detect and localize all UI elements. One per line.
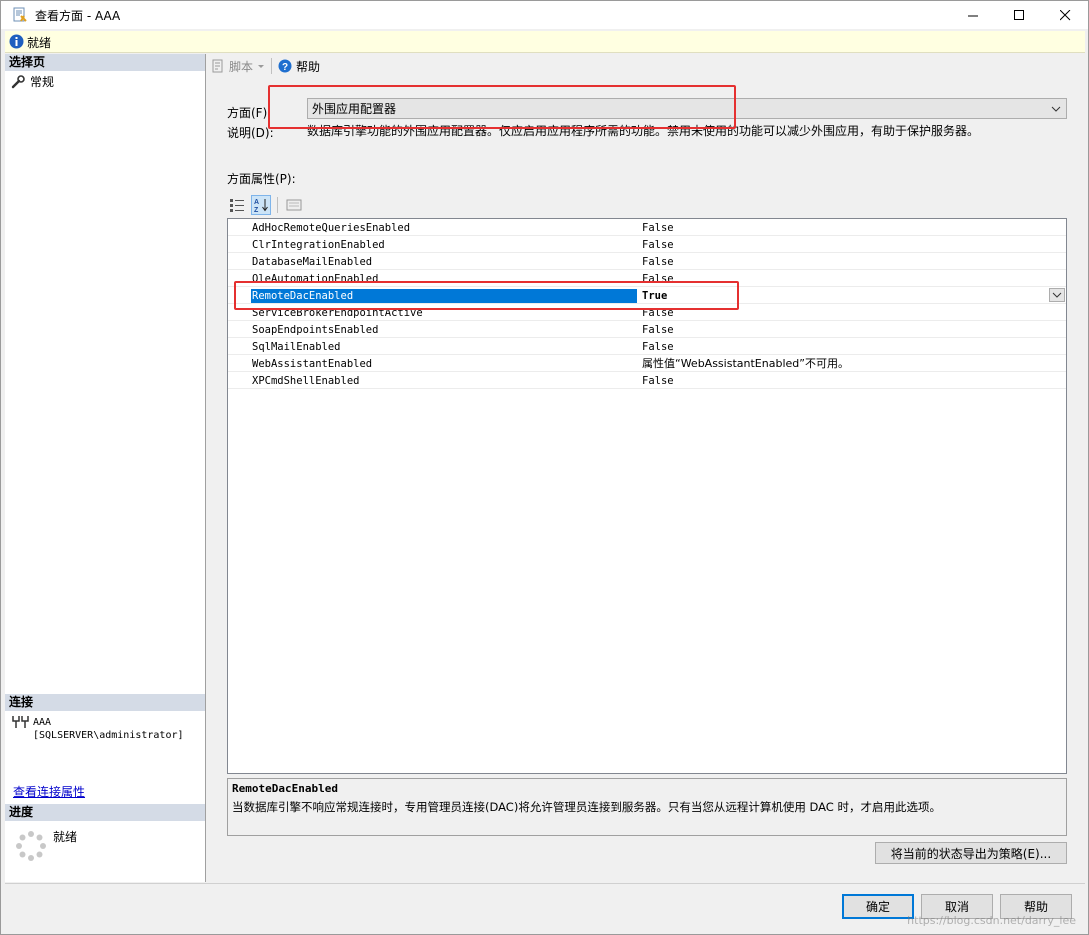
progress-status: 就绪: [53, 830, 78, 844]
sort-alphabetical-icon: A Z: [254, 199, 268, 213]
svg-text:?: ?: [282, 62, 288, 73]
facet-select[interactable]: 外围应用配置器: [307, 98, 1067, 119]
facet-properties-label: 方面属性(P):: [227, 172, 296, 186]
chevron-down-icon: [1051, 106, 1061, 112]
property-row[interactable]: WebAssistantEnabled 属性值“WebAssistantEnab…: [228, 355, 1066, 372]
property-row[interactable]: SoapEndpointsEnabled False: [228, 321, 1066, 338]
chevron-down-icon: [1052, 292, 1062, 298]
facet-label: 方面(F):: [227, 106, 272, 120]
property-grid-toolbar: A Z: [227, 194, 304, 216]
toolbar: 脚本 ? 帮助: [207, 54, 1085, 78]
property-grid: AdHocRemoteQueriesEnabled False ClrInteg…: [227, 218, 1067, 774]
property-value: False: [642, 273, 674, 285]
page-item-label: 常规: [30, 75, 55, 89]
property-value: False: [642, 239, 674, 251]
close-button[interactable]: [1042, 1, 1088, 29]
property-value: False: [642, 375, 674, 387]
property-name: ServiceBrokerEndpointActive: [252, 307, 423, 319]
script-label: 脚本: [229, 59, 254, 74]
maximize-button[interactable]: [996, 1, 1042, 29]
minimize-icon: [967, 15, 978, 16]
info-icon: [9, 34, 24, 49]
view-connection-properties-link[interactable]: 查看连接属性: [13, 783, 85, 800]
property-value: False: [642, 341, 674, 353]
property-row[interactable]: OleAutomationEnabled False: [228, 270, 1066, 287]
title-bar: 查看方面 - AAA: [1, 1, 1088, 29]
property-row[interactable]: AdHocRemoteQueriesEnabled False: [228, 219, 1066, 236]
property-pages-button[interactable]: [284, 195, 304, 215]
connection-user: [SQLSERVER\administrator]: [33, 730, 184, 741]
property-description-text: 当数据库引擎不响应常规连接时，专用管理员连接(DAC)将允许管理员连接到服务器。…: [232, 800, 941, 814]
property-description-title: RemoteDacEnabled: [232, 782, 338, 795]
property-row[interactable]: ClrIntegrationEnabled False: [228, 236, 1066, 253]
property-name: SqlMailEnabled: [252, 341, 341, 353]
help-toolbar-label: 帮助: [296, 59, 321, 74]
select-page-header: 选择页: [5, 54, 205, 71]
property-name: DatabaseMailEnabled: [252, 256, 373, 268]
dialog-window: 查看方面 - AAA 就绪 选择页 常规 连接 AAA [SQLSERVER\a…: [0, 0, 1089, 935]
script-icon: [212, 59, 223, 73]
grid-toolbar-separator: [277, 197, 278, 213]
watermark: https://blog.csdn.net/darry_lee: [907, 914, 1076, 927]
status-text: 就绪: [27, 36, 52, 50]
property-name: AdHocRemoteQueriesEnabled: [252, 222, 411, 234]
progress-spinner-icon: [16, 831, 46, 861]
property-value: False: [642, 307, 674, 319]
help-toolbar-button[interactable]: ? 帮助: [274, 55, 324, 77]
status-bar: 就绪: [5, 31, 1085, 53]
left-pane: 选择页 常规 连接 AAA [SQLSERVER\administrator] …: [5, 54, 206, 882]
facet-description: 数据库引擎功能的外围应用配置器。仅应启用应用程序所需的功能。禁用未使用的功能可以…: [307, 124, 980, 138]
progress-header: 进度: [5, 804, 205, 821]
maximize-icon: [1013, 9, 1024, 20]
property-value: False: [642, 256, 674, 268]
connection-name: AAA: [33, 717, 52, 728]
categorized-icon: [230, 199, 244, 212]
property-name: OleAutomationEnabled: [252, 273, 379, 285]
property-value: False: [642, 222, 674, 234]
property-description-panel: RemoteDacEnabled 当数据库引擎不响应常规连接时，专用管理员连接(…: [227, 778, 1067, 836]
svg-text:Z: Z: [254, 207, 259, 213]
property-name: SoapEndpointsEnabled: [252, 324, 379, 336]
property-name: RemoteDacEnabled: [251, 289, 637, 303]
minimize-button[interactable]: [950, 1, 996, 29]
connection-info: AAA [SQLSERVER\administrator]: [33, 716, 184, 742]
connection-header: 连接: [5, 694, 205, 711]
page-item-general[interactable]: 常规: [11, 73, 54, 90]
export-policy-button[interactable]: 将当前的状态导出为策略(E)...: [875, 842, 1067, 864]
property-row-selected[interactable]: RemoteDacEnabled True: [228, 287, 1066, 304]
facet-app-icon: [13, 7, 27, 22]
svg-text:A: A: [254, 199, 259, 206]
facet-select-value: 外围应用配置器: [312, 102, 397, 116]
server-connection-icon: [12, 716, 29, 728]
property-row[interactable]: DatabaseMailEnabled False: [228, 253, 1066, 270]
right-pane: 脚本 ? 帮助 方面(F): 外围应用配置器 说明(D): 数据库引擎功能的外围…: [207, 54, 1085, 882]
property-row[interactable]: ServiceBrokerEndpointActive False: [228, 304, 1066, 321]
alphabetical-button[interactable]: A Z: [251, 195, 271, 215]
property-value[interactable]: True: [642, 289, 667, 303]
help-icon: ?: [278, 59, 292, 73]
property-name: XPCmdShellEnabled: [252, 375, 360, 387]
chevron-down-icon: [258, 65, 265, 68]
property-row[interactable]: XPCmdShellEnabled False: [228, 372, 1066, 389]
description-label: 说明(D):: [227, 126, 274, 140]
ok-button[interactable]: 确定: [842, 894, 914, 919]
value-dropdown-button[interactable]: [1049, 288, 1065, 302]
property-pages-icon: [286, 199, 302, 211]
categorized-button[interactable]: [227, 195, 247, 215]
property-value: False: [642, 324, 674, 336]
property-row[interactable]: SqlMailEnabled False: [228, 338, 1066, 355]
property-value: 属性值“WebAssistantEnabled”不可用。: [642, 357, 849, 370]
close-icon: [1059, 9, 1070, 20]
toolbar-separator: [271, 58, 273, 74]
property-name: ClrIntegrationEnabled: [252, 239, 385, 251]
property-name: WebAssistantEnabled: [252, 358, 373, 370]
wrench-icon: [11, 74, 25, 88]
script-button[interactable]: 脚本: [207, 55, 269, 77]
window-title: 查看方面 - AAA: [35, 9, 121, 23]
